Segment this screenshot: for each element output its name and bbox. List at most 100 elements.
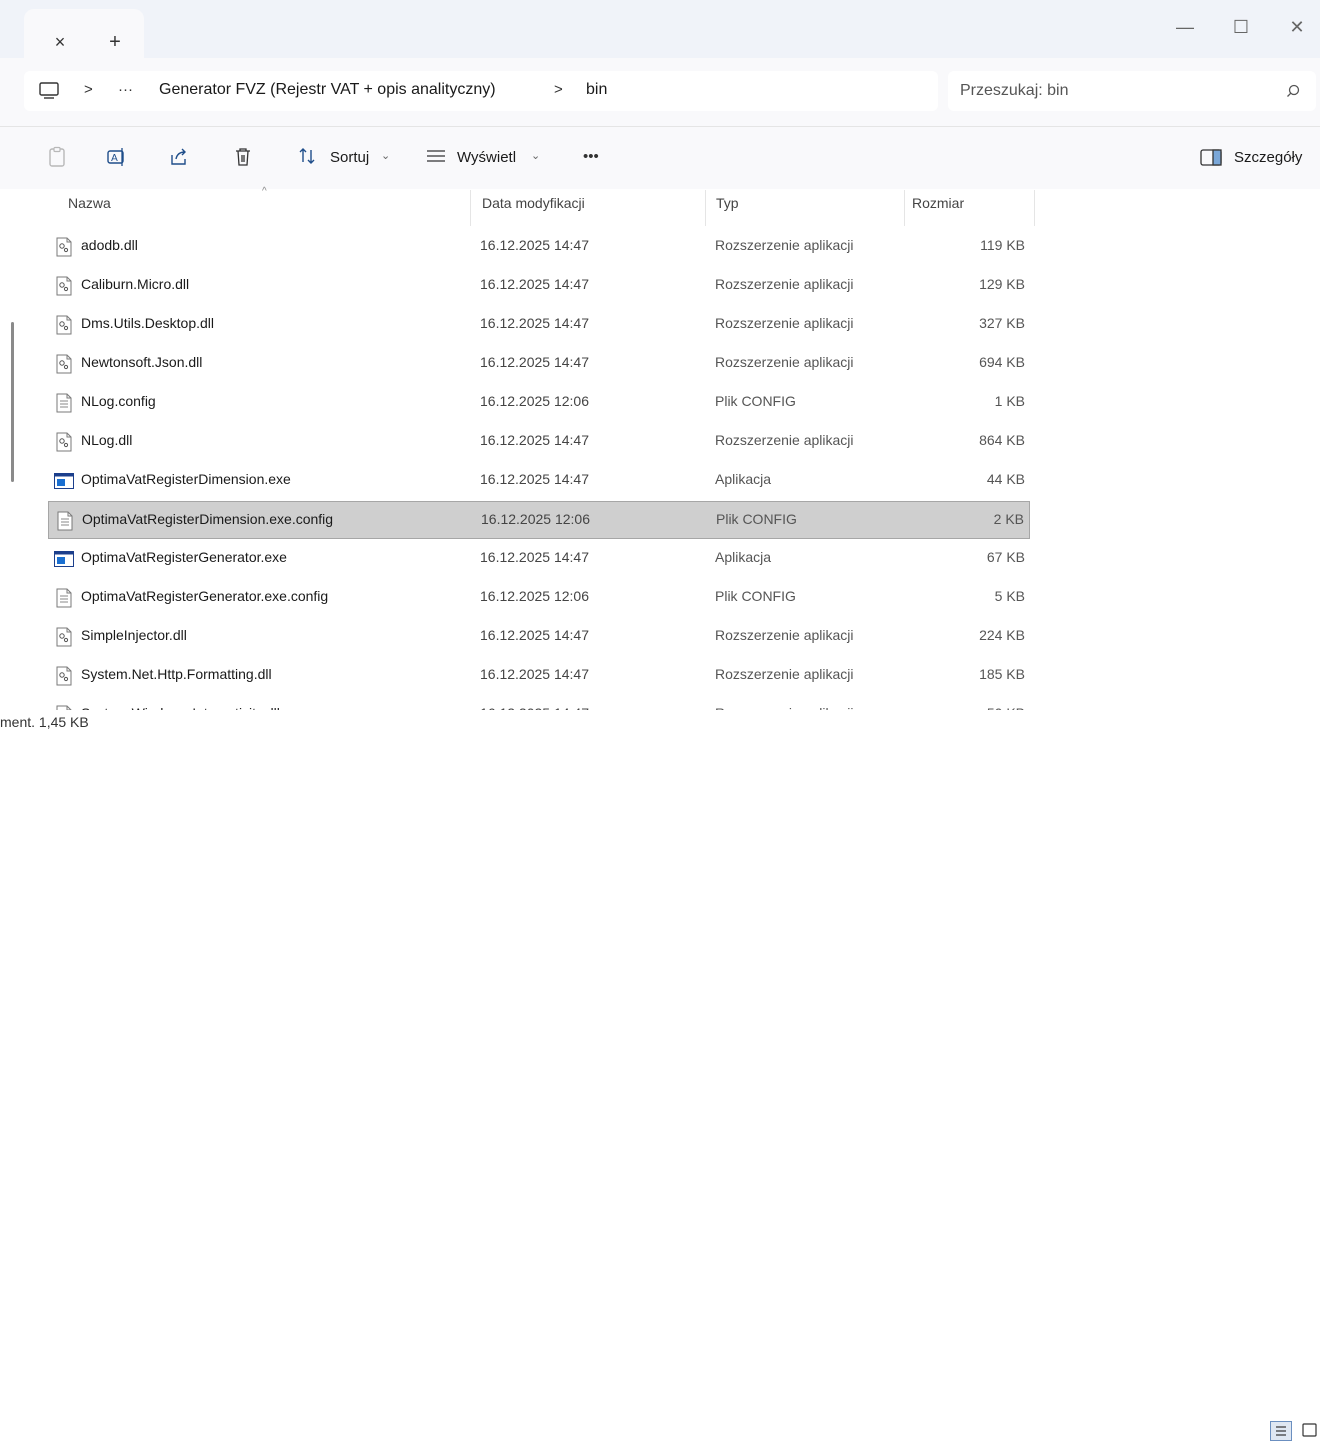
sort-label: Sortuj [330, 149, 370, 166]
column-divider[interactable] [470, 190, 471, 226]
file-row[interactable]: adodb.dll 16.12.2025 14:47 Rozszerzenie ap… [48, 228, 1030, 266]
more-options-button[interactable]: ••• [583, 148, 599, 165]
file-name: NLog.config [81, 393, 156, 409]
details-label: Szczegóły [1234, 149, 1303, 166]
file-type: Rozszerzenie aplikacji [715, 276, 854, 292]
file-name: Dms.Utils.Desktop.dll [81, 315, 215, 331]
breadcrumb-item-folder[interactable]: Generator FVZ (Rejestr VAT + opis analit… [159, 81, 496, 99]
share-icon[interactable] [168, 146, 190, 168]
new-tab-button[interactable]: + [103, 30, 127, 54]
search-icon [1287, 84, 1300, 97]
file-date: 16.12.2025 12:06 [481, 511, 590, 527]
breadcrumb[interactable]: > ··· Generator FVZ (Rejestr VAT + opis … [24, 71, 938, 111]
maximize-button[interactable]: ☐ [1218, 12, 1264, 42]
paste-icon[interactable] [46, 146, 68, 168]
vertical-scrollbar[interactable] [11, 322, 14, 482]
file-name: SimpleInjector.dll [81, 627, 187, 643]
column-header-name[interactable]: Nazwa [68, 195, 111, 211]
details-pane-button[interactable]: Szczegóły [1200, 143, 1310, 173]
status-bar: ment. 1,45 KB [0, 710, 1320, 1441]
file-size: 2 KB [993, 511, 1024, 527]
sort-ascending-icon: ^ [262, 186, 267, 197]
search-placeholder: Przeszukaj: bin [960, 82, 1069, 99]
exe-file-icon [54, 551, 74, 571]
dll-file-icon [55, 276, 73, 296]
file-row[interactable]: OptimaVatRegisterGenerator.exe.config 16.… [48, 579, 1030, 617]
file-row[interactable]: NLog.config 16.12.2025 12:06 Plik CONFIG 1 … [48, 384, 1030, 422]
column-divider[interactable] [705, 190, 706, 226]
column-header-size[interactable]: Rozmiar [912, 195, 964, 211]
file-type: Aplikacja [715, 549, 772, 565]
command-bar: A Sortuj ⌄ Wyświetl ⌄ ••• Szczegóły [0, 127, 1320, 189]
chevron-down-icon: ⌄ [531, 150, 541, 162]
file-size: 864 KB [979, 432, 1025, 448]
file-date: 16.12.2025 14:47 [480, 627, 589, 643]
file-row[interactable]: NLog.dll 16.12.2025 14:47 Rozszerzenie apl… [48, 423, 1030, 461]
file-type: Rozszerzenie aplikacji [715, 627, 854, 643]
svg-text:A: A [111, 153, 118, 164]
delete-icon[interactable] [232, 146, 254, 168]
details-view-button[interactable] [1270, 1421, 1292, 1441]
details-view-icon [1276, 1426, 1286, 1436]
sort-icon [299, 148, 315, 164]
dll-file-icon [55, 354, 73, 374]
breadcrumb-item-bin[interactable]: bin [586, 81, 607, 99]
file-date: 16.12.2025 14:47 [480, 471, 589, 487]
breadcrumb-separator: > [554, 81, 563, 98]
close-button[interactable]: ✕ [1274, 12, 1320, 42]
file-size: 5 KB [994, 588, 1025, 604]
sort-button[interactable]: Sortuj ⌄ [297, 143, 407, 173]
file-type: Plik CONFIG [715, 393, 796, 409]
file-row[interactable]: System.Net.Http.Formatting.dll 16.12.2025… [48, 657, 1030, 695]
minimize-button[interactable]: — [1162, 12, 1208, 42]
file-date: 16.12.2025 14:47 [480, 432, 589, 448]
file-row[interactable]: SimpleInjector.dll 16.12.2025 14:47 Rozsze… [48, 618, 1030, 656]
details-pane-icon [1200, 149, 1222, 166]
file-size: 327 KB [979, 315, 1025, 331]
file-date: 16.12.2025 14:47 [480, 666, 589, 682]
search-input[interactable]: Przeszukaj: bin [948, 71, 1316, 111]
view-icon [427, 150, 445, 162]
tiles-view-button[interactable] [1299, 1421, 1320, 1441]
column-divider[interactable] [1034, 190, 1035, 226]
file-date: 16.12.2025 14:47 [480, 276, 589, 292]
config-file-icon [55, 393, 73, 413]
view-button[interactable]: Wyświetl ⌄ [426, 143, 556, 173]
tab-close-button[interactable]: × [48, 30, 72, 54]
dll-file-icon [55, 666, 73, 686]
rename-icon[interactable]: A [105, 146, 127, 168]
address-bar: > ··· Generator FVZ (Rejestr VAT + opis … [0, 58, 1320, 127]
tiles-view-icon [1302, 1423, 1317, 1437]
file-size: 129 KB [979, 276, 1025, 292]
file-name: OptimaVatRegisterGenerator.exe.config [81, 588, 329, 604]
file-type: Rozszerzenie aplikacji [715, 237, 854, 253]
config-file-icon [55, 588, 73, 608]
dll-file-icon [55, 627, 73, 647]
status-text: ment. 1,45 KB [0, 714, 89, 730]
file-date: 16.12.2025 14:47 [480, 354, 589, 370]
file-row[interactable]: Dms.Utils.Desktop.dll 16.12.2025 14:47 Roz… [48, 306, 1030, 344]
column-divider[interactable] [904, 190, 905, 226]
column-header-type[interactable]: Typ [716, 195, 739, 211]
this-pc-icon[interactable] [38, 81, 60, 101]
file-size: 1 KB [994, 393, 1025, 409]
file-row[interactable]: OptimaVatRegisterDimension.exe 16.12.2025… [48, 462, 1030, 500]
file-row[interactable]: OptimaVatRegisterDimension.exe.config 16.… [48, 501, 1030, 539]
dll-file-icon [55, 432, 73, 452]
file-name: OptimaVatRegisterGenerator.exe [81, 549, 287, 565]
file-type: Plik CONFIG [716, 511, 797, 527]
file-size: 224 KB [979, 627, 1025, 643]
file-date: 16.12.2025 14:47 [480, 549, 589, 565]
file-size: 44 KB [986, 471, 1025, 487]
file-name: Newtonsoft.Json.dll [81, 354, 203, 370]
file-row[interactable]: Newtonsoft.Json.dll 16.12.2025 14:47 Rozsz… [48, 345, 1030, 383]
breadcrumb-ellipsis[interactable]: ··· [118, 81, 133, 98]
config-file-icon [56, 511, 74, 531]
file-name: OptimaVatRegisterDimension.exe.config [82, 511, 334, 527]
file-name: OptimaVatRegisterDimension.exe [81, 471, 291, 487]
file-date: 16.12.2025 12:06 [480, 588, 589, 604]
file-name: System.Net.Http.Formatting.dll [81, 666, 272, 682]
file-row[interactable]: OptimaVatRegisterGenerator.exe 16.12.2025… [48, 540, 1030, 578]
column-header-date[interactable]: Data modyfikacji [482, 195, 585, 211]
file-row[interactable]: Caliburn.Micro.dll 16.12.2025 14:47 Rozsze… [48, 267, 1030, 305]
